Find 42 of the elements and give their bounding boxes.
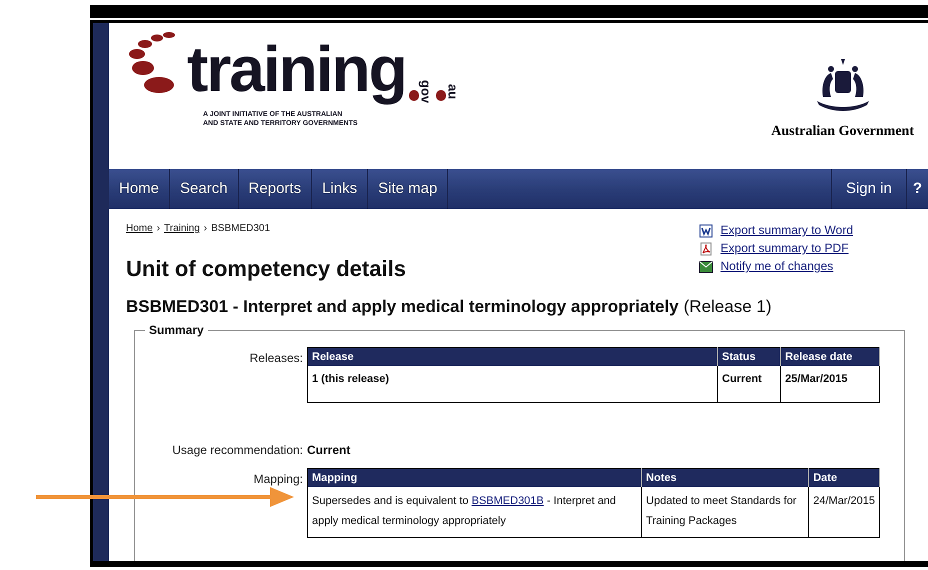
government-label: Australian Government: [771, 123, 914, 141]
nav-link[interactable]: Site map: [368, 169, 448, 209]
nav-link[interactable]: Reports: [238, 169, 312, 209]
logo-wordmark: training: [187, 32, 406, 107]
breadcrumb-link[interactable]: Home: [126, 221, 153, 236]
column-header: Notes: [642, 468, 809, 487]
action-link[interactable]: Export summary to Word: [720, 223, 853, 238]
nav-link[interactable]: Search: [170, 169, 239, 209]
table-cell: Updated to meet Standards for Training Packages: [642, 487, 809, 538]
field-label: Usage recommendation:: [171, 442, 304, 458]
nav-link[interactable]: Links: [312, 169, 368, 209]
breadcrumb-link[interactable]: Training: [164, 221, 200, 236]
field-label: Mapping:: [252, 470, 304, 488]
column-header: Release date: [780, 347, 880, 366]
table-cell: 1 (this release): [308, 366, 718, 402]
breadcrumb-separator: ›: [204, 222, 208, 236]
column-header: Release: [308, 347, 718, 366]
logo-suffix: gov: [418, 80, 433, 103]
page-title: Unit of competency details: [126, 256, 406, 282]
table-cell: 24/Mar/2015: [808, 487, 880, 538]
nav-link[interactable]: Home: [109, 169, 170, 209]
action-link[interactable]: Export summary to PDF: [720, 241, 849, 256]
table-cell: 25/Mar/2015: [780, 366, 880, 402]
usage-value: Current: [307, 442, 350, 458]
column-header: Status: [718, 347, 781, 366]
envelope-icon: [698, 260, 713, 272]
document-icon: [698, 242, 713, 256]
column-header: Date: [808, 468, 880, 487]
logo-suffix: au: [446, 84, 460, 99]
action-link[interactable]: Notify me of changes: [720, 259, 834, 274]
unit-title: BSBMED301 - Interpret and apply medical terminology appropriately: [126, 296, 679, 318]
release-label: (Release 1): [684, 296, 772, 318]
breadcrumb-separator: ›: [156, 222, 160, 236]
document-icon: [698, 224, 713, 238]
field-label: Releases:: [248, 350, 304, 366]
table-cell: Supersedes and is equivalent to BSBMED301B - Interpret and apply medical terminology appropriately: [308, 487, 642, 538]
table-cell: Current: [718, 366, 781, 402]
help-link[interactable]: ?: [906, 169, 928, 209]
sign-in-link[interactable]: Sign in: [830, 169, 907, 209]
breadcrumb-current: BSBMED301: [211, 222, 270, 236]
column-header: Mapping: [308, 468, 642, 487]
unit-link[interactable]: BSBMED301B: [472, 495, 544, 507]
